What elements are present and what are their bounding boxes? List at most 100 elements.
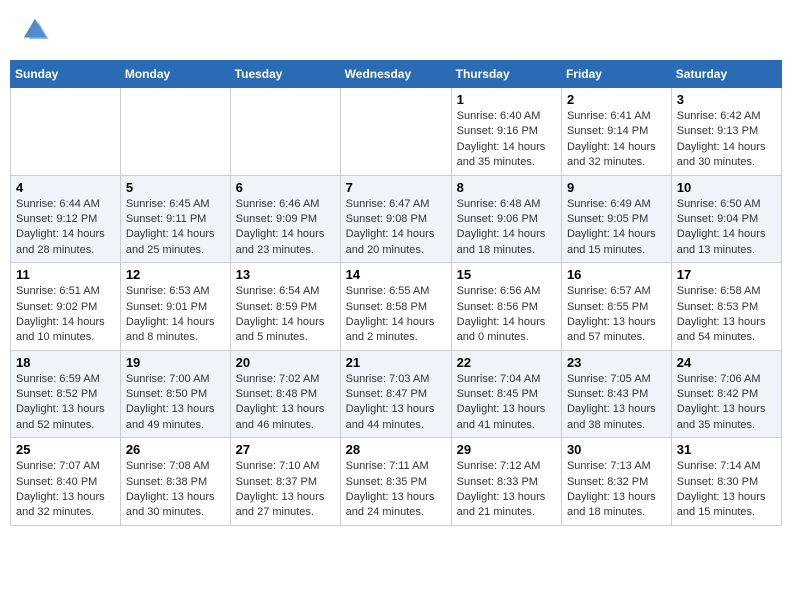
day-info: Sunrise: 6:55 AM Sunset: 8:58 PM Dayligh… (346, 284, 446, 346)
logo (20, 15, 53, 45)
day-info: Sunrise: 6:56 AM Sunset: 8:56 PM Dayligh… (457, 284, 556, 346)
day-info: Sunrise: 6:47 AM Sunset: 9:08 PM Dayligh… (346, 197, 446, 259)
calendar-day-cell (340, 88, 451, 176)
day-number: 27 (236, 442, 335, 457)
day-number: 25 (16, 442, 115, 457)
calendar-day-cell: 25 Sunrise: 7:07 AM Sunset: 8:40 PM Dayli… (11, 438, 121, 526)
calendar-day-cell: 5 Sunrise: 6:45 AM Sunset: 9:11 PM Daylig… (120, 175, 230, 263)
weekday-header: Thursday (451, 61, 561, 88)
day-info: Sunrise: 6:40 AM Sunset: 9:16 PM Dayligh… (457, 109, 556, 171)
weekday-header: Friday (561, 61, 671, 88)
day-info: Sunrise: 7:04 AM Sunset: 8:45 PM Dayligh… (457, 372, 556, 434)
calendar-day-cell: 14 Sunrise: 6:55 AM Sunset: 8:58 PM Dayli… (340, 263, 451, 351)
day-info: Sunrise: 6:42 AM Sunset: 9:13 PM Dayligh… (677, 109, 776, 171)
calendar-day-cell: 22 Sunrise: 7:04 AM Sunset: 8:45 PM Dayli… (451, 350, 561, 438)
calendar-day-cell: 24 Sunrise: 7:06 AM Sunset: 8:42 PM Dayli… (671, 350, 781, 438)
calendar-day-cell: 29 Sunrise: 7:12 AM Sunset: 8:33 PM Dayli… (451, 438, 561, 526)
day-number: 22 (457, 355, 556, 370)
day-number: 7 (346, 180, 446, 195)
page-header (10, 10, 782, 50)
calendar-week-row: 1 Sunrise: 6:40 AM Sunset: 9:16 PM Daylig… (11, 88, 782, 176)
day-number: 16 (567, 267, 666, 282)
calendar-day-cell: 4 Sunrise: 6:44 AM Sunset: 9:12 PM Daylig… (11, 175, 121, 263)
calendar-day-cell: 2 Sunrise: 6:41 AM Sunset: 9:14 PM Daylig… (561, 88, 671, 176)
day-info: Sunrise: 7:05 AM Sunset: 8:43 PM Dayligh… (567, 372, 666, 434)
day-number: 31 (677, 442, 776, 457)
day-info: Sunrise: 6:53 AM Sunset: 9:01 PM Dayligh… (126, 284, 225, 346)
weekday-header: Monday (120, 61, 230, 88)
calendar-day-cell: 18Sunrise: 6:59 AM Sunset: 8:52 PM Dayli… (11, 350, 121, 438)
day-info: Sunrise: 7:11 AM Sunset: 8:35 PM Dayligh… (346, 459, 446, 521)
day-info: Sunrise: 6:41 AM Sunset: 9:14 PM Dayligh… (567, 109, 666, 171)
day-number: 9 (567, 180, 666, 195)
day-info: Sunrise: 7:03 AM Sunset: 8:47 PM Dayligh… (346, 372, 446, 434)
calendar-week-row: 11Sunrise: 6:51 AM Sunset: 9:02 PM Dayli… (11, 263, 782, 351)
calendar-day-cell: 16Sunrise: 6:57 AM Sunset: 8:55 PM Dayli… (561, 263, 671, 351)
calendar-day-cell: 10Sunrise: 6:50 AM Sunset: 9:04 PM Dayli… (671, 175, 781, 263)
day-number: 17 (677, 267, 776, 282)
day-number: 26 (126, 442, 225, 457)
day-number: 12 (126, 267, 225, 282)
day-info: Sunrise: 6:58 AM Sunset: 8:53 PM Dayligh… (677, 284, 776, 346)
day-info: Sunrise: 6:49 AM Sunset: 9:05 PM Dayligh… (567, 197, 666, 259)
calendar-day-cell: 6Sunrise: 6:46 AM Sunset: 9:09 PM Daylig… (230, 175, 340, 263)
calendar-week-row: 18Sunrise: 6:59 AM Sunset: 8:52 PM Dayli… (11, 350, 782, 438)
calendar-day-cell (120, 88, 230, 176)
day-number: 30 (567, 442, 666, 457)
calendar-day-cell: 1 Sunrise: 6:40 AM Sunset: 9:16 PM Daylig… (451, 88, 561, 176)
day-info: Sunrise: 7:14 AM Sunset: 8:30 PM Dayligh… (677, 459, 776, 521)
day-number: 24 (677, 355, 776, 370)
calendar-day-cell (11, 88, 121, 176)
day-info: Sunrise: 6:59 AM Sunset: 8:52 PM Dayligh… (16, 372, 115, 434)
day-info: Sunrise: 6:54 AM Sunset: 8:59 PM Dayligh… (236, 284, 335, 346)
day-number: 29 (457, 442, 556, 457)
day-info: Sunrise: 7:12 AM Sunset: 8:33 PM Dayligh… (457, 459, 556, 521)
weekday-header: Sunday (11, 61, 121, 88)
day-number: 19 (126, 355, 225, 370)
calendar-day-cell: 21 Sunrise: 7:03 AM Sunset: 8:47 PM Dayli… (340, 350, 451, 438)
weekday-header: Tuesday (230, 61, 340, 88)
day-number: 4 (16, 180, 115, 195)
day-number: 8 (457, 180, 556, 195)
calendar-table: SundayMondayTuesdayWednesdayThursdayFrid… (10, 60, 782, 526)
day-number: 21 (346, 355, 446, 370)
calendar-day-cell: 30 Sunrise: 7:13 AM Sunset: 8:32 PM Dayli… (561, 438, 671, 526)
day-number: 5 (126, 180, 225, 195)
calendar-week-row: 4 Sunrise: 6:44 AM Sunset: 9:12 PM Daylig… (11, 175, 782, 263)
calendar-day-cell: 31 Sunrise: 7:14 AM Sunset: 8:30 PM Dayli… (671, 438, 781, 526)
day-number: 14 (346, 267, 446, 282)
calendar-day-cell: 3Sunrise: 6:42 AM Sunset: 9:13 PM Daylig… (671, 88, 781, 176)
day-info: Sunrise: 7:00 AM Sunset: 8:50 PM Dayligh… (126, 372, 225, 434)
day-number: 1 (457, 92, 556, 107)
day-info: Sunrise: 7:10 AM Sunset: 8:37 PM Dayligh… (236, 459, 335, 521)
day-info: Sunrise: 7:07 AM Sunset: 8:40 PM Dayligh… (16, 459, 115, 521)
calendar-week-row: 25 Sunrise: 7:07 AM Sunset: 8:40 PM Dayli… (11, 438, 782, 526)
calendar-day-cell: 17 Sunrise: 6:58 AM Sunset: 8:53 PM Dayli… (671, 263, 781, 351)
calendar-day-cell: 26Sunrise: 7:08 AM Sunset: 8:38 PM Dayli… (120, 438, 230, 526)
calendar-day-cell: 11Sunrise: 6:51 AM Sunset: 9:02 PM Dayli… (11, 263, 121, 351)
calendar-day-cell: 20 Sunrise: 7:02 AM Sunset: 8:48 PM Dayli… (230, 350, 340, 438)
calendar-day-cell: 13Sunrise: 6:54 AM Sunset: 8:59 PM Dayli… (230, 263, 340, 351)
calendar-header-row: SundayMondayTuesdayWednesdayThursdayFrid… (11, 61, 782, 88)
calendar-day-cell: 8Sunrise: 6:48 AM Sunset: 9:06 PM Daylig… (451, 175, 561, 263)
day-info: Sunrise: 6:44 AM Sunset: 9:12 PM Dayligh… (16, 197, 115, 259)
calendar-day-cell: 15Sunrise: 6:56 AM Sunset: 8:56 PM Dayli… (451, 263, 561, 351)
calendar-day-cell (230, 88, 340, 176)
day-info: Sunrise: 6:45 AM Sunset: 9:11 PM Dayligh… (126, 197, 225, 259)
day-number: 2 (567, 92, 666, 107)
calendar-day-cell: 19 Sunrise: 7:00 AM Sunset: 8:50 PM Dayli… (120, 350, 230, 438)
day-info: Sunrise: 7:02 AM Sunset: 8:48 PM Dayligh… (236, 372, 335, 434)
day-info: Sunrise: 7:13 AM Sunset: 8:32 PM Dayligh… (567, 459, 666, 521)
calendar-day-cell: 28Sunrise: 7:11 AM Sunset: 8:35 PM Dayli… (340, 438, 451, 526)
weekday-header: Wednesday (340, 61, 451, 88)
calendar-day-cell: 23Sunrise: 7:05 AM Sunset: 8:43 PM Dayli… (561, 350, 671, 438)
day-number: 6 (236, 180, 335, 195)
calendar-day-cell: 7 Sunrise: 6:47 AM Sunset: 9:08 PM Daylig… (340, 175, 451, 263)
day-info: Sunrise: 6:50 AM Sunset: 9:04 PM Dayligh… (677, 197, 776, 259)
calendar-day-cell: 12 Sunrise: 6:53 AM Sunset: 9:01 PM Dayli… (120, 263, 230, 351)
day-number: 11 (16, 267, 115, 282)
day-info: Sunrise: 7:06 AM Sunset: 8:42 PM Dayligh… (677, 372, 776, 434)
logo-icon (20, 15, 50, 45)
day-number: 20 (236, 355, 335, 370)
weekday-header: Saturday (671, 61, 781, 88)
